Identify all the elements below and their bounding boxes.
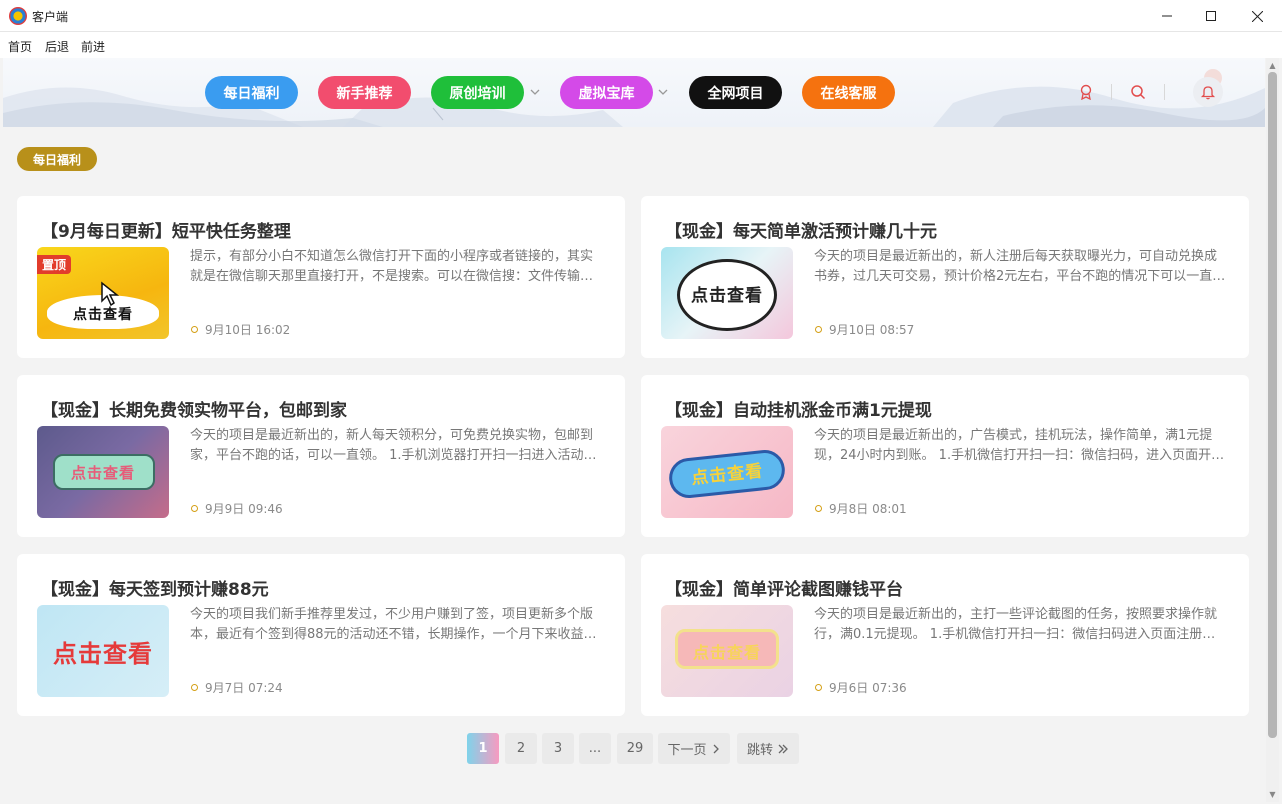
header-divider: [1111, 84, 1112, 100]
date-dot-icon: [815, 684, 822, 691]
card-date-text: 9月10日 16:02: [205, 323, 291, 337]
card-thumbnail: 点击查看: [661, 426, 793, 518]
maximize-icon: [1206, 11, 1216, 21]
cursor-icon: [101, 281, 120, 307]
nav-daily-benefits[interactable]: 每日福利: [205, 76, 298, 109]
card-date: 9月9日 09:46: [191, 500, 283, 517]
scroll-down-icon[interactable]: ▼: [1268, 790, 1277, 799]
nav-virtual-treasury-label: 虚拟宝库: [578, 85, 635, 102]
card-title: 【现金】简单评论截图赚钱平台: [665, 580, 903, 600]
article-card[interactable]: 【现金】每天简单激活预计赚几十元 点击查看 今天的项目是最近新出的，新人注册后每…: [641, 196, 1249, 358]
chevron-right-icon: [713, 744, 719, 753]
scroll-up-icon[interactable]: ▲: [1268, 61, 1277, 70]
card-description: 今天的项目是最近新出的，广告模式，挂机玩法，操作简单，满1元提现，24小时内到账…: [814, 428, 1225, 463]
jump-label: 跳转: [746, 743, 773, 758]
card-date: 9月8日 08:01: [815, 500, 907, 517]
card-thumbnail: 点击查看: [661, 247, 793, 339]
article-card[interactable]: 【现金】长期免费领实物平台，包邮到家 点击查看 今天的项目是最近新出的，新人每天…: [17, 375, 625, 537]
card-date-text: 9月9日 09:46: [205, 502, 283, 516]
medal-icon[interactable]: [1071, 77, 1101, 107]
scrollbar-thumb[interactable]: [1268, 72, 1277, 738]
nav-daily-benefits-label: 每日福利: [223, 85, 280, 102]
close-button[interactable]: [1234, 0, 1280, 32]
thumbnail-text: 点击查看: [53, 639, 153, 668]
nav-all-projects-label: 全网项目: [707, 85, 764, 102]
card-date: 9月10日 16:02: [191, 321, 290, 338]
card-description: 今天的项目是最近新出的，主打一些评论截图的任务，按照要求操作就行，满0.1元提现…: [814, 607, 1218, 642]
card-date: 9月6日 07:36: [815, 679, 907, 696]
nav-virtual-treasury[interactable]: 虚拟宝库: [560, 76, 653, 109]
date-dot-icon: [815, 505, 822, 512]
search-icon[interactable]: [1123, 77, 1153, 107]
page-ellipsis: ...: [579, 733, 611, 764]
date-dot-icon: [191, 505, 198, 512]
page-button-29[interactable]: 29: [617, 733, 653, 764]
double-chevron-right-icon: [778, 744, 788, 753]
page-button-2[interactable]: 2: [505, 733, 537, 764]
page-button-1[interactable]: 1: [467, 733, 499, 764]
date-dot-icon: [191, 326, 198, 333]
header-divider: [1164, 84, 1165, 100]
date-dot-icon: [815, 326, 822, 333]
app-logo-icon: [9, 7, 27, 25]
thumbnail-text: 点击查看: [70, 463, 135, 482]
menu-forward[interactable]: 前进: [81, 38, 105, 55]
article-card[interactable]: 【现金】自动挂机涨金币满1元提现 点击查看 今天的项目是最近新出的，广告模式，挂…: [641, 375, 1249, 537]
page-content: 每日福利 新手推荐 原创培训 虚拟宝库 全网项目 在线客服 每日福利 【9月每日…: [3, 58, 1265, 802]
next-page-button[interactable]: 下一页: [658, 733, 730, 764]
close-icon: [1251, 10, 1263, 22]
card-date: 9月7日 07:24: [191, 679, 283, 696]
card-thumbnail: 点击查看 置顶: [37, 247, 169, 339]
card-description: 今天的项目我们新手推荐里发过，不少用户赚到了签，项目更新多个版本，最近有个签到得…: [190, 607, 597, 642]
maximize-button[interactable]: [1188, 0, 1234, 32]
section-tag: 每日福利: [17, 147, 97, 171]
chevron-down-icon[interactable]: [657, 86, 669, 98]
menu-home[interactable]: 首页: [8, 38, 32, 55]
site-header: 每日福利 新手推荐 原创培训 虚拟宝库 全网项目 在线客服: [3, 58, 1265, 127]
nav-online-support[interactable]: 在线客服: [802, 76, 895, 109]
nav-beginner-recommend[interactable]: 新手推荐: [318, 76, 411, 109]
pinned-badge: 置顶: [37, 255, 72, 274]
card-thumbnail: 点击查看: [37, 426, 169, 518]
date-dot-icon: [191, 684, 198, 691]
nav-online-support-label: 在线客服: [820, 85, 877, 102]
minimize-icon: [1162, 15, 1172, 17]
thumbnail-text: 点击查看: [692, 643, 761, 662]
card-date: 9月10日 08:57: [815, 321, 914, 338]
nav-original-training[interactable]: 原创培训: [431, 76, 524, 109]
nav-original-training-label: 原创培训: [449, 85, 506, 102]
card-date-text: 9月6日 07:36: [829, 681, 907, 695]
window-title: 客户端: [32, 10, 69, 24]
thumbnail-text: 点击查看: [690, 460, 765, 489]
title-bar: 客户端: [0, 0, 1282, 32]
nav-all-projects[interactable]: 全网项目: [689, 76, 782, 109]
card-thumbnail: 点击查看: [661, 605, 793, 697]
article-card[interactable]: 【现金】每天签到预计赚88元 点击查看 今天的项目我们新手推荐里发过，不少用户赚…: [17, 554, 625, 716]
article-card[interactable]: 【现金】简单评论截图赚钱平台 点击查看 今天的项目是最近新出的，主打一些评论截图…: [641, 554, 1249, 716]
nav-beginner-recommend-label: 新手推荐: [336, 85, 393, 102]
card-title: 【现金】每天简单激活预计赚几十元: [665, 222, 937, 242]
jump-button[interactable]: 跳转: [737, 733, 799, 764]
card-date-text: 9月10日 08:57: [829, 323, 915, 337]
chevron-down-icon[interactable]: [529, 86, 541, 98]
page-button-3[interactable]: 3: [542, 733, 574, 764]
next-page-label: 下一页: [667, 743, 707, 758]
card-title: 【现金】自动挂机涨金币满1元提现: [665, 401, 932, 421]
thumbnail-text: 点击查看: [691, 285, 763, 306]
menu-bar: 首页 后退 前进: [0, 32, 1282, 58]
card-title: 【9月每日更新】短平快任务整理: [41, 222, 291, 242]
card-description: 今天的项目是最近新出的，新人每天领积分，可免费兑换实物，包邮到家，平台不跑的话，…: [190, 428, 597, 463]
card-date-text: 9月8日 08:01: [829, 502, 907, 516]
card-title: 【现金】长期免费领实物平台，包邮到家: [41, 401, 347, 421]
card-title: 【现金】每天签到预计赚88元: [41, 580, 269, 600]
card-description: 今天的项目是最近新出的，新人注册后每天获取曝光力，可自动兑换成书券，过几天可交易…: [814, 249, 1218, 284]
menu-back[interactable]: 后退: [45, 38, 69, 55]
article-card[interactable]: 【9月每日更新】短平快任务整理 点击查看 置顶 提示，有部分小白不知道怎么微信打…: [17, 196, 625, 358]
card-thumbnail: 点击查看: [37, 605, 169, 697]
card-date-text: 9月7日 07:24: [205, 681, 283, 695]
bell-icon[interactable]: [1193, 77, 1223, 107]
vertical-scrollbar[interactable]: ▲ ▼: [1266, 58, 1279, 802]
minimize-button[interactable]: [1144, 0, 1190, 32]
card-description: 提示，有部分小白不知道怎么微信打开下面的小程序或者链接的，其实就是在微信聊天那里…: [190, 249, 594, 284]
